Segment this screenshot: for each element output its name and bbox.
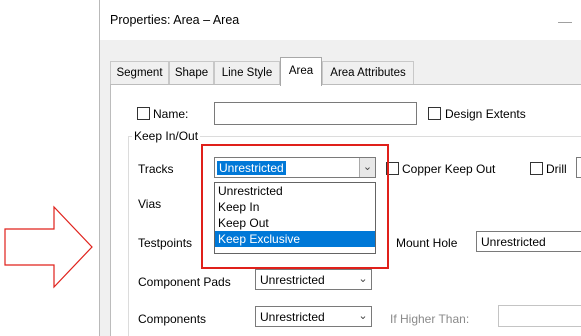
design-extents-checkbox[interactable]	[428, 107, 441, 120]
annotation-highlight-box	[201, 144, 389, 269]
vias-label: Vias	[138, 197, 162, 211]
drill-label: Drill	[546, 162, 567, 176]
copper-keep-out-label: Copper Keep Out	[402, 162, 496, 176]
tab-shape[interactable]: Shape	[169, 61, 214, 85]
keep-in-out-title: Keep In/Out	[132, 129, 201, 143]
drill-checkbox[interactable]	[530, 162, 543, 175]
component-pads-value: Unrestricted	[260, 273, 325, 287]
components-select[interactable]: Unrestricted ⌄	[255, 306, 372, 327]
name-field[interactable]	[214, 102, 417, 125]
drill-field-edge	[576, 157, 581, 178]
component-pads-label: Component Pads	[138, 275, 231, 289]
component-pads-select[interactable]: Unrestricted ⌄	[255, 269, 372, 290]
name-checkbox[interactable]	[137, 107, 150, 120]
minimize-button[interactable]: —	[558, 13, 581, 29]
dialog-title: Properties: Area – Area	[110, 13, 240, 27]
right-arrow-icon	[4, 205, 93, 289]
components-label: Components	[138, 312, 207, 326]
tab-line-style[interactable]: Line Style	[214, 61, 280, 85]
tab-area-attributes[interactable]: Area Attributes	[322, 61, 414, 85]
components-value: Unrestricted	[260, 310, 325, 324]
title-bar: Properties: Area – Area —	[100, 0, 581, 40]
testpoints-label: Testpoints	[138, 236, 193, 250]
mount-hole-value: Unrestricted	[481, 235, 546, 249]
design-extents-label: Design Extents	[445, 107, 526, 121]
tracks-label: Tracks	[138, 162, 174, 176]
mount-hole-label: Mount Hole	[396, 236, 458, 250]
tab-segment[interactable]: Segment	[110, 61, 169, 85]
if-higher-than-field[interactable]	[498, 305, 581, 327]
mount-hole-select[interactable]: Unrestricted	[476, 231, 581, 252]
tab-area[interactable]: Area	[280, 57, 322, 86]
if-higher-than-label: If Higher Than:	[390, 312, 470, 326]
chevron-down-icon: ⌄	[358, 273, 368, 285]
chevron-down-icon: ⌄	[358, 310, 368, 322]
name-label: Name:	[153, 107, 189, 121]
